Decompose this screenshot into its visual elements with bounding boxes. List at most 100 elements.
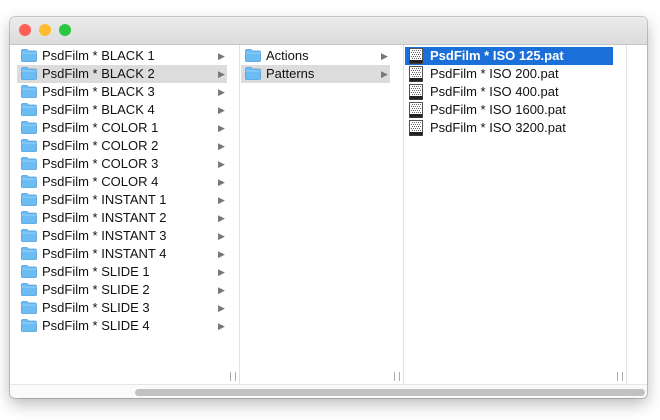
folder-icon (21, 193, 37, 206)
column-browser: PsdFilm * BLACK 1 ▶ PsdFilm * BLACK 2 ▶ PsdF… (10, 45, 647, 384)
disclosure-triangle-icon: ▶ (381, 69, 388, 79)
folder-icon (21, 49, 37, 62)
item-label: PsdFilm * BLACK 4 (42, 102, 155, 117)
disclosure-triangle-icon: ▶ (218, 303, 225, 313)
item-label: PsdFilm * SLIDE 2 (42, 282, 150, 297)
disclosure-triangle-icon: ▶ (218, 285, 225, 295)
folder-icon (21, 265, 37, 278)
column-divider (626, 45, 627, 384)
pattern-file-icon (409, 48, 423, 64)
item-label: PsdFilm * COLOR 2 (42, 138, 159, 153)
folder-icon (21, 211, 37, 224)
zoom-button[interactable] (59, 24, 71, 36)
horizontal-scrollbar[interactable] (10, 384, 647, 398)
folder-icon (21, 301, 37, 314)
folder-icon (21, 319, 37, 332)
folder-list-item[interactable]: PsdFilm * BLACK 2 ▶ (17, 65, 227, 83)
disclosure-triangle-icon: ▶ (218, 69, 225, 79)
title-bar[interactable] (10, 17, 647, 45)
item-label: PsdFilm * ISO 1600.pat (430, 102, 566, 117)
item-label: PsdFilm * INSTANT 1 (42, 192, 167, 207)
folder-icon (245, 49, 261, 62)
folder-icon (21, 157, 37, 170)
item-label: PsdFilm * SLIDE 1 (42, 264, 150, 279)
item-label: PsdFilm * COLOR 1 (42, 120, 159, 135)
disclosure-triangle-icon: ▶ (218, 51, 225, 61)
item-label: PsdFilm * SLIDE 3 (42, 300, 150, 315)
folder-list-item[interactable]: Actions ▶ (241, 47, 390, 65)
item-label: PsdFilm * ISO 200.pat (430, 66, 559, 81)
disclosure-triangle-icon: ▶ (218, 141, 225, 151)
folder-list-item[interactable]: PsdFilm * SLIDE 3 ▶ (17, 299, 227, 317)
folder-list-item[interactable]: PsdFilm * SLIDE 2 ▶ (17, 281, 227, 299)
minimize-button[interactable] (39, 24, 51, 36)
folder-icon (21, 175, 37, 188)
disclosure-triangle-icon: ▶ (218, 321, 225, 331)
disclosure-triangle-icon: ▶ (218, 231, 225, 241)
folder-list-item[interactable]: PsdFilm * BLACK 3 ▶ (17, 83, 227, 101)
folder-icon (21, 67, 37, 80)
item-label: PsdFilm * ISO 125.pat (430, 48, 564, 63)
close-button[interactable] (19, 24, 31, 36)
disclosure-triangle-icon: ▶ (218, 213, 225, 223)
folder-list-item[interactable]: PsdFilm * INSTANT 2 ▶ (17, 209, 227, 227)
pattern-file-icon (409, 120, 423, 136)
folder-list-item[interactable]: PsdFilm * SLIDE 1 ▶ (17, 263, 227, 281)
column-2: Actions ▶ Patterns ▶ (241, 45, 390, 384)
item-label: Patterns (266, 66, 315, 81)
item-label: PsdFilm * INSTANT 3 (42, 228, 167, 243)
folder-list-item[interactable]: PsdFilm * BLACK 4 ▶ (17, 101, 227, 119)
folder-list-item[interactable]: Patterns ▶ (241, 65, 390, 83)
disclosure-triangle-icon: ▶ (218, 195, 225, 205)
file-list-item[interactable]: PsdFilm * ISO 1600.pat (405, 101, 613, 119)
folder-list-item[interactable]: PsdFilm * INSTANT 4 ▶ (17, 245, 227, 263)
pattern-file-icon (409, 66, 423, 82)
file-list-item[interactable]: PsdFilm * ISO 125.pat (405, 47, 613, 65)
disclosure-triangle-icon: ▶ (218, 267, 225, 277)
item-label: Actions (266, 48, 309, 63)
file-list-item[interactable]: PsdFilm * ISO 400.pat (405, 83, 613, 101)
disclosure-triangle-icon: ▶ (381, 51, 388, 61)
folder-list-item[interactable]: PsdFilm * COLOR 2 ▶ (17, 137, 227, 155)
item-label: PsdFilm * INSTANT 2 (42, 210, 167, 225)
item-label: PsdFilm * INSTANT 4 (42, 246, 167, 261)
item-label: PsdFilm * ISO 400.pat (430, 84, 559, 99)
folder-icon (245, 67, 261, 80)
pattern-file-icon (409, 84, 423, 100)
disclosure-triangle-icon: ▶ (218, 249, 225, 259)
folder-icon (21, 139, 37, 152)
folder-list-item[interactable]: PsdFilm * COLOR 3 ▶ (17, 155, 227, 173)
item-label: PsdFilm * COLOR 3 (42, 156, 159, 171)
item-label: PsdFilm * BLACK 1 (42, 48, 155, 63)
disclosure-triangle-icon: ▶ (218, 87, 225, 97)
folder-list-item[interactable]: PsdFilm * INSTANT 1 ▶ (17, 191, 227, 209)
column-3: PsdFilm * ISO 125.pat PsdFilm * ISO 200.p… (405, 45, 613, 384)
item-label: PsdFilm * SLIDE 4 (42, 318, 150, 333)
column-resize-handle[interactable] (394, 372, 400, 381)
folder-icon (21, 103, 37, 116)
file-list-item[interactable]: PsdFilm * ISO 200.pat (405, 65, 613, 83)
disclosure-triangle-icon: ▶ (218, 123, 225, 133)
folder-icon (21, 283, 37, 296)
column-resize-handle[interactable] (230, 372, 236, 381)
column-divider (403, 45, 404, 384)
folder-list-item[interactable]: PsdFilm * COLOR 1 ▶ (17, 119, 227, 137)
folder-icon (21, 247, 37, 260)
folder-icon (21, 121, 37, 134)
disclosure-triangle-icon: ▶ (218, 177, 225, 187)
finder-window: PsdFilm * BLACK 1 ▶ PsdFilm * BLACK 2 ▶ PsdF… (10, 17, 647, 398)
folder-list-item[interactable]: PsdFilm * COLOR 4 ▶ (17, 173, 227, 191)
folder-list-item[interactable]: PsdFilm * BLACK 1 ▶ (17, 47, 227, 65)
item-label: PsdFilm * BLACK 3 (42, 84, 155, 99)
item-label: PsdFilm * ISO 3200.pat (430, 120, 566, 135)
column-resize-handle[interactable] (617, 372, 623, 381)
item-label: PsdFilm * BLACK 2 (42, 66, 155, 81)
folder-list-item[interactable]: PsdFilm * SLIDE 4 ▶ (17, 317, 227, 335)
scrollbar-thumb[interactable] (135, 389, 645, 396)
column-divider (239, 45, 240, 384)
item-label: PsdFilm * COLOR 4 (42, 174, 159, 189)
folder-icon (21, 85, 37, 98)
folder-list-item[interactable]: PsdFilm * INSTANT 3 ▶ (17, 227, 227, 245)
disclosure-triangle-icon: ▶ (218, 159, 225, 169)
file-list-item[interactable]: PsdFilm * ISO 3200.pat (405, 119, 613, 137)
